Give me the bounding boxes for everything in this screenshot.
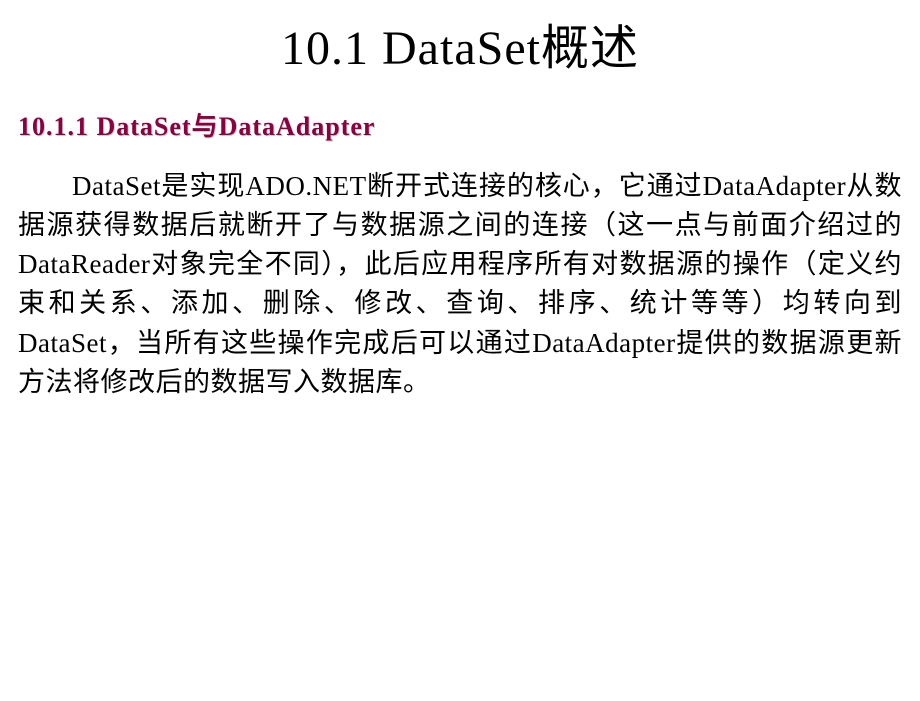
slide-container: 10.1 DataSet概述 10.1.1 DataSet与DataAdapte… (0, 0, 920, 701)
body-paragraph: DataSet是实现ADO.NET断开式连接的核心，它通过DataAdapter… (0, 167, 920, 402)
slide-title: 10.1 DataSet概述 (0, 0, 920, 106)
section-subtitle: 10.1.1 DataSet与DataAdapter (0, 106, 920, 167)
